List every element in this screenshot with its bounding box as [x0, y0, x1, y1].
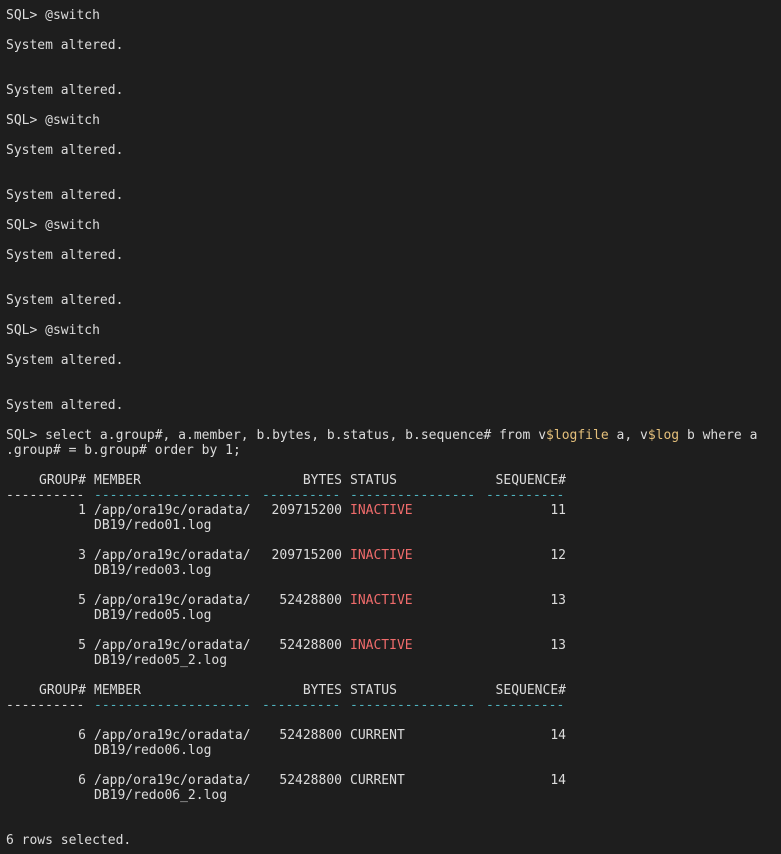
cell-sequence: 13 — [550, 593, 566, 608]
table-row-continuation: DB19/redo05.log — [6, 608, 211, 623]
command-line: SQL> @switch — [6, 8, 100, 23]
query-line: SQL> select a.group#, a.member, b.bytes,… — [6, 428, 757, 443]
cell-sequence: 13 — [550, 638, 566, 653]
rows-selected-message: 6 rows selected. — [6, 833, 132, 848]
cell-status: CURRENT — [350, 728, 405, 743]
column-header-group: GROUP# — [39, 473, 86, 488]
table-row-continuation: DB19/redo06_2.log — [6, 788, 227, 803]
cell-member: /app/ora19c/oradata/ — [94, 773, 251, 788]
cell-group: 6 — [78, 728, 86, 743]
cell-group: 3 — [78, 548, 86, 563]
output-line: System altered. — [6, 353, 124, 368]
table-header-underline: ---------- -------------------- --------… — [6, 698, 564, 713]
cell-status: CURRENT — [350, 773, 405, 788]
table-row-continuation: DB19/redo05_2.log — [6, 653, 227, 668]
cell-member: /app/ora19c/oradata/ — [94, 503, 251, 518]
cell-bytes: 52428800 — [279, 728, 342, 743]
column-header-status: STATUS — [350, 683, 397, 698]
table-row-continuation: DB19/redo03.log — [6, 563, 211, 578]
cell-sequence: 11 — [550, 503, 566, 518]
table-row: 5 /app/ora19c/oradata/ 52428800 INACTIVE… — [6, 638, 566, 653]
terminal-window[interactable]: SQL> @switch System altered. System alte… — [0, 0, 781, 854]
table-row-continuation: DB19/redo06.log — [6, 743, 211, 758]
underline-sequence: ---------- — [486, 488, 565, 503]
cell-bytes: 52428800 — [279, 638, 342, 653]
query-line-continuation: .group# = b.group# order by 1; — [6, 443, 241, 458]
cell-member: /app/ora19c/oradata/ — [94, 548, 251, 563]
command-line: SQL> @switch — [6, 113, 100, 128]
command-line: SQL> @switch — [6, 218, 100, 233]
column-header-member: MEMBER — [94, 683, 141, 698]
column-header-bytes: BYTES — [302, 473, 342, 488]
column-header-member: MEMBER — [94, 473, 141, 488]
output-line: System altered. — [6, 143, 124, 158]
table-row: 5 /app/ora19c/oradata/ 52428800 INACTIVE… — [6, 593, 566, 608]
output-line: System altered. — [6, 293, 124, 308]
cell-sequence: 14 — [550, 773, 566, 788]
cell-bytes: 52428800 — [279, 773, 342, 788]
cell-group: 5 — [78, 638, 86, 653]
query-text: SQL> select a.group#, a.member, b.bytes,… — [6, 428, 547, 443]
query-text: b where a — [679, 428, 758, 443]
cell-sequence: 14 — [550, 728, 566, 743]
underline-status: ---------------- — [350, 698, 476, 713]
query-view-name: $logfile — [546, 428, 609, 443]
cell-member-continued: DB19/redo03.log — [94, 563, 212, 578]
cell-status: INACTIVE — [350, 593, 413, 608]
table-row: 3 /app/ora19c/oradata/ 209715200 INACTIV… — [6, 548, 566, 563]
underline-member: -------------------- — [94, 698, 251, 713]
command-line: SQL> @switch — [6, 323, 100, 338]
cell-member: /app/ora19c/oradata/ — [94, 593, 251, 608]
cell-bytes: 52428800 — [279, 593, 342, 608]
cell-member-continued: DB19/redo01.log — [94, 518, 212, 533]
cell-status: INACTIVE — [350, 548, 413, 563]
column-header-status: STATUS — [350, 473, 397, 488]
output-line: System altered. — [6, 83, 124, 98]
output-line: System altered. — [6, 188, 124, 203]
output-line: System altered. — [6, 248, 124, 263]
cell-group: 6 — [78, 773, 86, 788]
cell-status: INACTIVE — [350, 638, 413, 653]
underline-status: ---------------- — [350, 488, 476, 503]
underline-group: ---------- — [6, 698, 85, 713]
cell-member: /app/ora19c/oradata/ — [94, 638, 251, 653]
cell-sequence: 12 — [550, 548, 566, 563]
output-line: System altered. — [6, 38, 124, 53]
underline-group: ---------- — [6, 488, 85, 503]
table-header: GROUP# MEMBER BYTES STATUS SEQUENCE# — [6, 473, 566, 488]
table-row: 6 /app/ora19c/oradata/ 52428800 CURRENT … — [6, 728, 566, 743]
cell-group: 5 — [78, 593, 86, 608]
cell-member-continued: DB19/redo05.log — [94, 608, 212, 623]
table-header: GROUP# MEMBER BYTES STATUS SEQUENCE# — [6, 683, 566, 698]
query-view-name: $log — [647, 428, 680, 443]
cell-member-continued: DB19/redo06_2.log — [94, 788, 228, 803]
underline-bytes: ---------- — [262, 488, 341, 503]
underline-member: -------------------- — [94, 488, 251, 503]
cell-bytes: 209715200 — [271, 503, 342, 518]
cell-bytes: 209715200 — [271, 548, 342, 563]
underline-bytes: ---------- — [262, 698, 341, 713]
column-header-group: GROUP# — [39, 683, 86, 698]
column-header-bytes: BYTES — [302, 683, 342, 698]
table-row-continuation: DB19/redo01.log — [6, 518, 211, 533]
cell-member-continued: DB19/redo06.log — [94, 743, 212, 758]
cell-group: 1 — [78, 503, 86, 518]
column-header-sequence: SEQUENCE# — [495, 473, 566, 488]
query-text: a, v — [608, 428, 648, 443]
table-row: 6 /app/ora19c/oradata/ 52428800 CURRENT … — [6, 773, 566, 788]
cell-member-continued: DB19/redo05_2.log — [94, 653, 228, 668]
table-header-underline: ---------- -------------------- --------… — [6, 488, 564, 503]
cell-status: INACTIVE — [350, 503, 413, 518]
table-row: 1 /app/ora19c/oradata/ 209715200 INACTIV… — [6, 503, 566, 518]
underline-sequence: ---------- — [486, 698, 565, 713]
output-line: System altered. — [6, 398, 124, 413]
cell-member: /app/ora19c/oradata/ — [94, 728, 251, 743]
column-header-sequence: SEQUENCE# — [495, 683, 566, 698]
